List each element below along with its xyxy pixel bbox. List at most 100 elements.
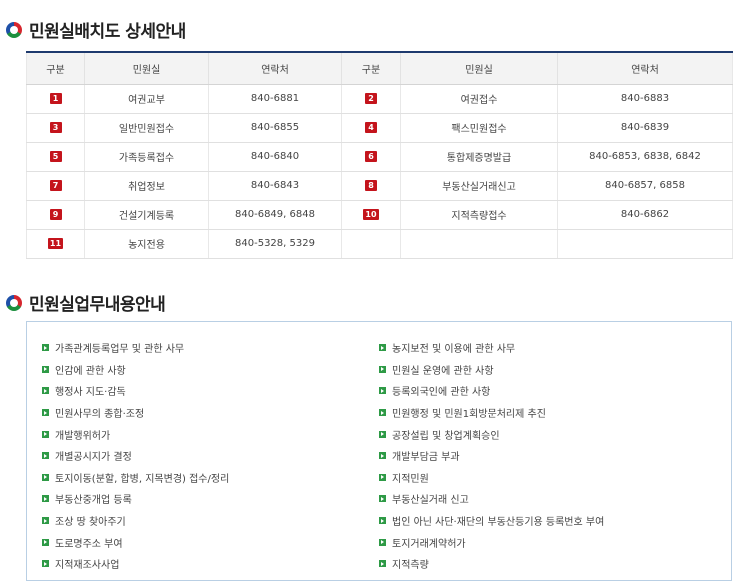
- list-item: 도로명주소 부여: [42, 531, 229, 553]
- duty-label: 행정사 지도·감독: [55, 387, 126, 399]
- list-item: 민원실 운영에 관한 사항: [379, 359, 604, 381]
- arrow-bullet-icon: [42, 517, 49, 525]
- duty-label: 농지보전 및 이용에 관한 사무: [392, 344, 516, 356]
- contact-cell: 840-6843: [208, 171, 342, 201]
- category-cell: 6: [341, 142, 401, 172]
- arrow-bullet-icon: [42, 538, 49, 546]
- contact-cell: 840-6862: [557, 200, 733, 230]
- duty-label: 인감에 관한 사항: [55, 365, 126, 377]
- contact-cell: 840-6855: [208, 113, 342, 143]
- contact-cell: 840-6849, 6848: [208, 200, 342, 230]
- duty-label: 부동산실거래 신고: [392, 495, 469, 507]
- office-name-cell: 통합제증명발급: [400, 142, 558, 172]
- category-cell: 11: [26, 229, 85, 259]
- category-cell: 9: [26, 200, 85, 230]
- table-header-row: 구분 민원실 연락처 구분 민원실 연락처: [26, 52, 733, 85]
- table-row: 1 여권교부 840-6881 2 여권접수 840-6883: [26, 84, 733, 114]
- number-badge: 2: [365, 93, 377, 104]
- arrow-bullet-icon: [379, 387, 386, 395]
- duty-list-left: 가족관계등록업무 및 관한 사무인감에 관한 사항행정사 지도·감독민원사무의 …: [42, 337, 229, 575]
- arrow-bullet-icon: [42, 365, 49, 373]
- office-name-cell: 여권접수: [400, 84, 558, 114]
- list-item: 농지보전 및 이용에 관한 사무: [379, 337, 604, 359]
- duty-label: 민원사무의 종합·조정: [55, 409, 145, 421]
- list-item: 지적측량: [379, 553, 604, 575]
- arrow-bullet-icon: [379, 430, 386, 438]
- category-cell: [341, 229, 401, 259]
- duty-label: 가족관계등록업무 및 관한 사무: [55, 344, 185, 356]
- list-item: 조상 땅 찾아주기: [42, 510, 229, 532]
- duty-label: 개발행위허가: [55, 430, 111, 442]
- list-item: 행정사 지도·감독: [42, 380, 229, 402]
- duty-guide-title-text: 민원실업무내용안내: [29, 295, 166, 315]
- list-item: 민원행정 및 민원1회방문처리제 추진: [379, 402, 604, 424]
- office-name-cell: 지적측량접수: [400, 200, 558, 230]
- arrow-bullet-icon: [42, 387, 49, 395]
- list-item: 지적재조사사업: [42, 553, 229, 575]
- office-name-cell: 팩스민원접수: [400, 113, 558, 143]
- number-badge: 4: [365, 122, 377, 133]
- contact-cell: [557, 229, 733, 259]
- table-row: 7 취업정보 840-6843 8 부동산실거래신고 840-6857, 6858: [26, 171, 733, 201]
- number-badge: 5: [49, 151, 62, 162]
- circle-bullet-icon: [6, 21, 22, 38]
- duty-label: 지적민원: [392, 473, 429, 485]
- contact-cell: 840-6853, 6838, 6842: [557, 142, 733, 172]
- number-badge: 1: [49, 93, 62, 104]
- arrow-bullet-icon: [42, 344, 49, 352]
- category-cell: 8: [341, 171, 401, 201]
- contact-cell: 840-6883: [557, 84, 733, 114]
- header-office: 민원실: [400, 52, 558, 85]
- arrow-bullet-icon: [42, 495, 49, 503]
- duty-list-box: 가족관계등록업무 및 관한 사무인감에 관한 사항행정사 지도·감독민원사무의 …: [26, 321, 732, 581]
- list-item: 민원사무의 종합·조정: [42, 402, 229, 424]
- category-cell: 1: [26, 84, 85, 114]
- contact-cell: 840-6839: [557, 113, 733, 143]
- list-item: 부동산중개업 등록: [42, 488, 229, 510]
- list-item: 공장설립 및 창업계획승인: [379, 423, 604, 445]
- arrow-bullet-icon: [42, 560, 49, 568]
- list-item: 지적민원: [379, 467, 604, 489]
- duty-label: 민원실 운영에 관한 사항: [392, 365, 494, 377]
- header-office: 민원실: [84, 52, 209, 85]
- duty-label: 지적측량: [392, 560, 429, 572]
- circle-bullet-icon: [6, 294, 22, 311]
- arrow-bullet-icon: [42, 430, 49, 438]
- list-item: 개별공시지가 결정: [42, 445, 229, 467]
- header-contact: 연락처: [208, 52, 342, 85]
- office-name-cell: 가족등록접수: [84, 142, 209, 172]
- arrow-bullet-icon: [379, 365, 386, 373]
- list-item: 가족관계등록업무 및 관한 사무: [42, 337, 229, 359]
- arrow-bullet-icon: [379, 517, 386, 525]
- duty-label: 법인 아닌 사단·재단의 부동산등기용 등록번호 부여: [392, 517, 605, 529]
- office-name-cell: 취업정보: [84, 171, 209, 201]
- duty-label: 민원행정 및 민원1회방문처리제 추진: [392, 409, 546, 421]
- table-row: 3 일반민원접수 840-6855 4 팩스민원접수 840-6839: [26, 113, 733, 143]
- arrow-bullet-icon: [379, 452, 386, 460]
- number-badge: 11: [47, 238, 64, 249]
- number-badge: 6: [365, 151, 377, 162]
- office-name-cell: 부동산실거래신고: [400, 171, 558, 201]
- office-layout-title: 민원실배치도 상세안내: [6, 17, 186, 42]
- contact-cell: 840-6857, 6858: [557, 171, 733, 201]
- office-name-cell: 일반민원접수: [84, 113, 209, 143]
- number-badge: 10: [363, 209, 379, 220]
- table-row: 11 농지전용 840-5328, 5329: [26, 229, 733, 259]
- office-layout-title-text: 민원실배치도 상세안내: [29, 22, 186, 42]
- list-item: 부동산실거래 신고: [379, 488, 604, 510]
- arrow-bullet-icon: [379, 409, 386, 417]
- arrow-bullet-icon: [379, 538, 386, 546]
- duty-label: 조상 땅 찾아주기: [55, 517, 126, 529]
- office-name-cell: 농지전용: [84, 229, 209, 259]
- arrow-bullet-icon: [379, 344, 386, 352]
- office-name-cell: [400, 229, 558, 259]
- list-item: 개발행위허가: [42, 423, 229, 445]
- header-contact: 연락처: [557, 52, 733, 85]
- category-cell: 7: [26, 171, 85, 201]
- arrow-bullet-icon: [42, 409, 49, 417]
- number-badge: 9: [49, 209, 62, 220]
- header-category: 구분: [26, 52, 85, 85]
- category-cell: 10: [341, 200, 401, 230]
- contact-cell: 840-6840: [208, 142, 342, 172]
- duty-label: 지적재조사사업: [55, 560, 120, 572]
